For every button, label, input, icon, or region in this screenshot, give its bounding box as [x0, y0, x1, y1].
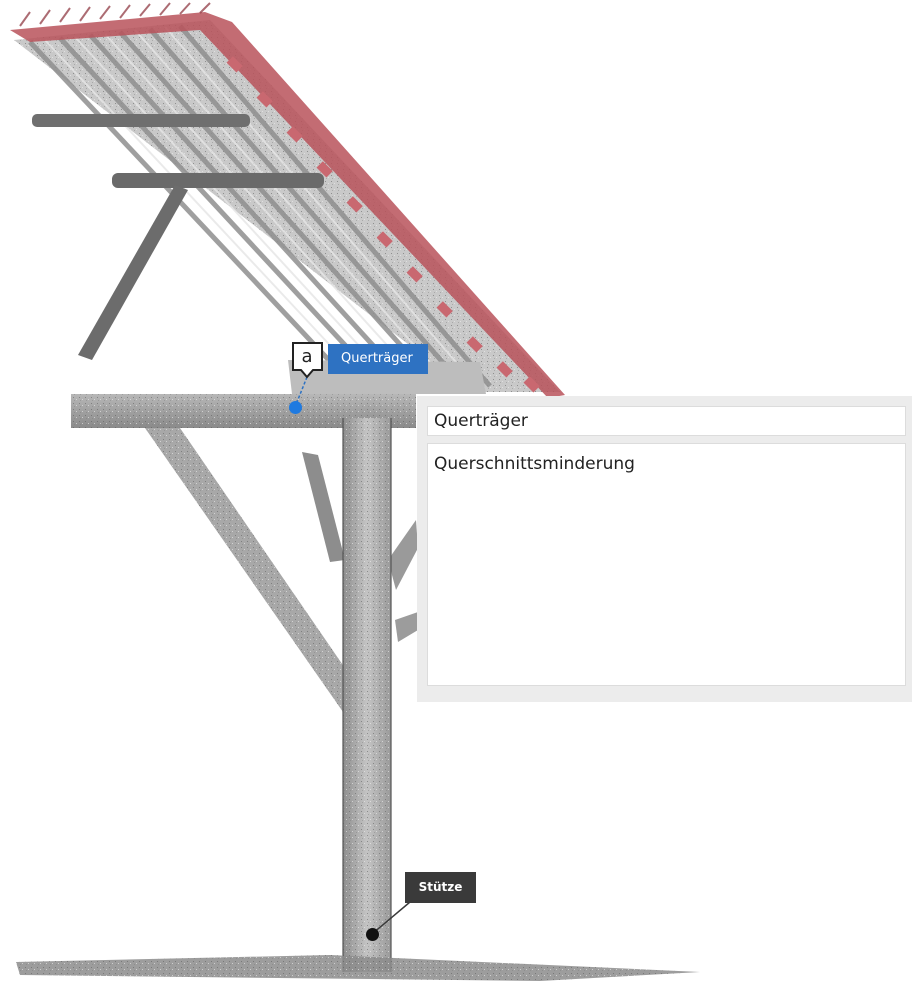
stuetze-label[interactable]: Stütze — [405, 872, 476, 903]
annotation-description-field[interactable]: Querschnittsminderung — [427, 443, 906, 686]
stuetze-point[interactable] — [366, 928, 379, 941]
annotation-marker-a[interactable]: a — [292, 343, 322, 378]
querträger-label[interactable]: Querträger — [328, 344, 428, 374]
annotation-title-field[interactable]: Querträger — [427, 406, 906, 436]
post — [342, 418, 392, 972]
annotation-info-panel: Querträger Querschnittsminderung — [417, 396, 912, 702]
querträger-point[interactable] — [289, 401, 302, 414]
marker-letter: a — [301, 346, 313, 367]
left-brace — [145, 428, 360, 722]
ground — [16, 955, 700, 981]
